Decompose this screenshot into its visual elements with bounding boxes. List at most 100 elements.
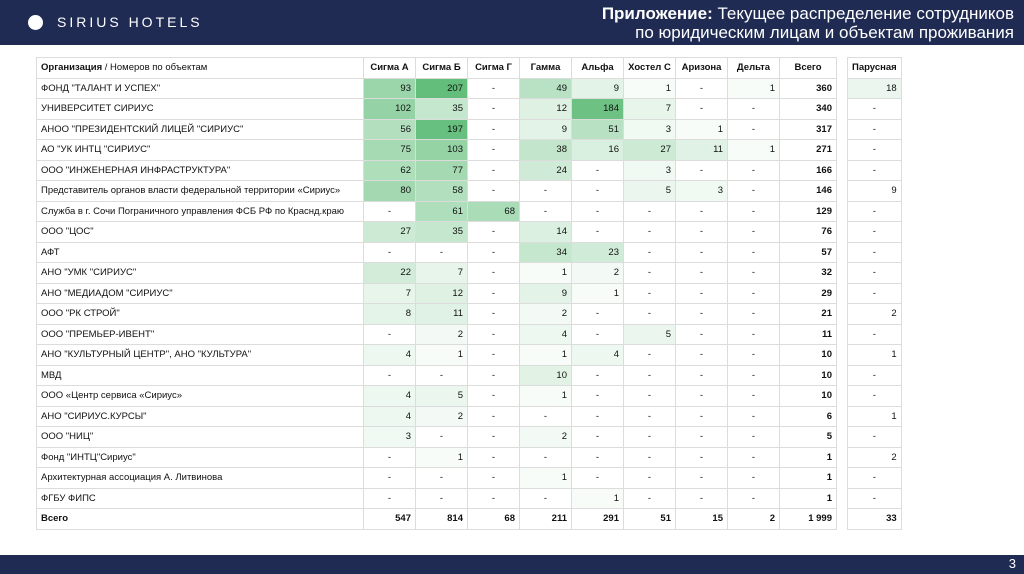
side-row: -: [847, 159, 902, 181]
value-cell: -: [675, 262, 728, 284]
side-value-cell: -: [847, 487, 902, 509]
side-value-cell: -: [847, 98, 902, 120]
value-cell: -: [415, 467, 468, 489]
value-cell: -: [571, 180, 624, 202]
value-cell: -: [623, 487, 676, 509]
value-cell: -: [727, 282, 780, 304]
value-cell: -: [415, 241, 468, 263]
brand-logo: SIRIUS HOTELS: [28, 11, 203, 33]
sirius-dot-logo-icon: [28, 14, 43, 30]
side-row: -: [847, 241, 902, 263]
value-cell: -: [675, 446, 728, 468]
value-cell: -: [467, 364, 520, 386]
org-name-cell: Представитель органов власти федеральной…: [36, 180, 364, 202]
side-row: -: [847, 221, 902, 243]
side-value-cell: -: [847, 282, 902, 304]
value-cell: -: [467, 426, 520, 448]
table-row: ООО "ЦОС" 27 35-14- - - -76: [36, 221, 837, 243]
org-column-header: Организация / Номеров по объектам: [36, 57, 364, 79]
row-total-cell: 1: [779, 467, 837, 489]
side-row: -: [847, 98, 902, 120]
totals-label: Всего: [36, 508, 364, 530]
side-value-cell: 18: [847, 77, 902, 99]
row-total-cell: 10: [779, 385, 837, 407]
org-name-cell: АНО "КУЛЬТУРНЫЙ ЦЕНТР", АНО "КУЛЬТУРА": [36, 344, 364, 366]
org-name-cell: АНО "СИРИУС.КУРСЫ": [36, 405, 364, 427]
side-column-header: Парусная: [847, 57, 902, 79]
value-cell: 1: [571, 487, 624, 509]
value-cell: 1: [415, 344, 468, 366]
value-cell: -: [623, 241, 676, 263]
value-cell: 207: [415, 77, 468, 99]
side-row: 2: [847, 446, 902, 468]
value-cell: -: [727, 303, 780, 325]
value-cell: 38: [519, 139, 572, 161]
value-cell: -: [519, 180, 572, 202]
table-row: Служба в г. Сочи Пограничного управления…: [36, 200, 837, 222]
value-cell: -: [571, 385, 624, 407]
value-cell: 2: [415, 323, 468, 345]
value-cell: -: [675, 426, 728, 448]
value-cell: 2: [415, 405, 468, 427]
value-cell: -: [675, 282, 728, 304]
side-row: -: [847, 282, 902, 304]
value-cell: -: [727, 364, 780, 386]
page-number: 3: [1008, 556, 1016, 571]
row-total-cell: 21: [779, 303, 837, 325]
org-name-cell: Фонд "ИНТЦ"Сириус": [36, 446, 364, 468]
value-cell: -: [519, 487, 572, 509]
value-cell: -: [727, 241, 780, 263]
table-row: ООО «Центр сервиса «Сириус» 4 5-1- - - -10: [36, 385, 837, 407]
side-row: -: [847, 385, 902, 407]
org-name-cell: ФОНД "ТАЛАНТ И УСПЕХ": [36, 77, 364, 99]
value-cell: -: [467, 159, 520, 181]
value-cell: 3: [623, 159, 676, 181]
side-value-cell: 1: [847, 344, 902, 366]
table-row: ООО "ПРЕМЬЕР-ИВЕНТ" -2-4-5- -11: [36, 323, 837, 345]
value-cell: -: [571, 303, 624, 325]
side-row: 1: [847, 405, 902, 427]
value-cell: 22: [363, 262, 416, 284]
value-cell: -: [467, 118, 520, 140]
value-cell: -: [727, 118, 780, 140]
column-header: Альфа: [571, 57, 624, 79]
value-cell: -: [675, 77, 728, 99]
side-value-cell: -: [847, 241, 902, 263]
value-cell: 27: [363, 221, 416, 243]
column-header: Дельта: [727, 57, 780, 79]
header-bar: SIRIUS HOTELS Приложение: Текущее распре…: [0, 0, 1024, 45]
table-row: АНО "КУЛЬТУРНЫЙ ЦЕНТР", АНО "КУЛЬТУРА" 4 1…: [36, 344, 837, 366]
value-cell: -: [727, 180, 780, 202]
side-value-cell: 1: [847, 405, 902, 427]
value-cell: -: [363, 364, 416, 386]
value-cell: 14: [519, 221, 572, 243]
value-cell: -: [467, 77, 520, 99]
column-total-cell: 51: [623, 508, 676, 530]
side-row: -: [847, 487, 902, 509]
table-row: ООО "ИНЖЕНЕРНАЯ ИНФРАСТРУКТУРА" 62 77-24-3…: [36, 159, 837, 181]
org-name-cell: ФГБУ ФИПС: [36, 487, 364, 509]
row-total-cell: 10: [779, 344, 837, 366]
value-cell: 51: [571, 118, 624, 140]
side-value-cell: -: [847, 139, 902, 161]
column-total-cell: 547: [363, 508, 416, 530]
value-cell: 5: [623, 180, 676, 202]
org-name-cell: ООО "ПРЕМЬЕР-ИВЕНТ": [36, 323, 364, 345]
table-row: УНИВЕРСИТЕТ СИРИУС 102 35-12 184 7- -340: [36, 98, 837, 120]
row-total-cell: 1: [779, 487, 837, 509]
value-cell: -: [571, 446, 624, 468]
value-cell: -: [675, 303, 728, 325]
value-cell: -: [467, 487, 520, 509]
table-row: Фонд "ИНТЦ"Сириус" -1- - - - - -1: [36, 446, 837, 468]
value-cell: -: [675, 364, 728, 386]
side-value-cell: -: [847, 262, 902, 284]
value-cell: -: [675, 385, 728, 407]
value-cell: -: [675, 323, 728, 345]
org-name-cell: АНОО "ПРЕЗИДЕНТСКИЙ ЛИЦЕЙ "СИРИУС": [36, 118, 364, 140]
value-cell: -: [467, 303, 520, 325]
side-value-cell: -: [847, 159, 902, 181]
side-value-cell: -: [847, 221, 902, 243]
side-row: -: [847, 118, 902, 140]
value-cell: 1: [415, 446, 468, 468]
side-row: -: [847, 200, 902, 222]
